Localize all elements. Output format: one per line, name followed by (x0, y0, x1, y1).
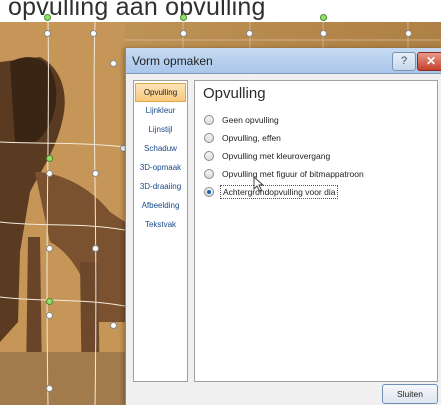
dialog-title: Vorm opmaken (132, 54, 213, 68)
resize-handle[interactable] (44, 30, 51, 37)
resize-handle[interactable] (46, 312, 53, 319)
rotation-handle[interactable] (46, 298, 53, 305)
category-3d-draaiing[interactable]: 3D-draaiing (136, 178, 185, 195)
format-shape-dialog: Vorm opmaken ? ✕ Opvulling Lijnkleur Lij… (125, 48, 441, 405)
rotation-handle[interactable] (180, 14, 187, 21)
resize-handle[interactable] (110, 60, 117, 67)
close-button[interactable]: ✕ (417, 52, 441, 71)
dialog-titlebar[interactable]: Vorm opmaken ? ✕ (126, 48, 441, 74)
rotation-handle[interactable] (320, 14, 327, 21)
resize-handle[interactable] (46, 170, 53, 177)
option-label: Opvulling met figuur of bitmappatroon (222, 169, 364, 179)
sluiten-button[interactable]: Sluiten (382, 384, 438, 404)
fill-panel: Opvulling Geen opvulling Opvulling, effe… (194, 80, 438, 382)
option-solid-fill[interactable]: Opvulling, effen (204, 131, 283, 145)
radio-button-selected[interactable] (204, 187, 214, 197)
resize-handle[interactable] (92, 245, 99, 252)
resize-handle[interactable] (46, 245, 53, 252)
category-opvulling[interactable]: Opvulling (135, 83, 186, 102)
resize-handle[interactable] (180, 30, 187, 37)
option-gradient-fill[interactable]: Opvulling met kleurovergang (204, 149, 332, 163)
mouse-pointer-icon (253, 176, 265, 192)
radio-button[interactable] (204, 115, 214, 125)
option-label: Opvulling met kleurovergang (222, 151, 331, 161)
rotation-handle[interactable] (46, 155, 53, 162)
option-label: Geen opvulling (222, 115, 279, 125)
radio-button[interactable] (204, 169, 214, 179)
resize-handle[interactable] (46, 385, 53, 392)
resize-handle[interactable] (92, 170, 99, 177)
option-label: Achtergrondopvulling voor dia (220, 185, 339, 199)
option-background-fill[interactable]: Achtergrondopvulling voor dia (204, 185, 339, 199)
category-lijnkleur[interactable]: Lijnkleur (136, 102, 185, 119)
radio-button[interactable] (204, 151, 214, 161)
radio-button[interactable] (204, 133, 214, 143)
option-picture-fill[interactable]: Opvulling met figuur of bitmappatroon (204, 167, 366, 181)
resize-handle[interactable] (320, 30, 327, 37)
help-button[interactable]: ? (392, 52, 416, 71)
rotation-handle[interactable] (44, 14, 51, 21)
option-no-fill[interactable]: Geen opvulling (204, 113, 281, 127)
horse-photo (0, 22, 125, 405)
resize-handle[interactable] (246, 30, 253, 37)
category-3d-opmaak[interactable]: 3D-opmaak (136, 159, 185, 176)
category-lijnstijl[interactable]: Lijnstijl (136, 121, 185, 138)
resize-handle[interactable] (90, 30, 97, 37)
category-list: Opvulling Lijnkleur Lijnstijl Schaduw 3D… (133, 80, 188, 382)
category-afbeelding[interactable]: Afbeelding (136, 197, 185, 214)
panel-title: Opvulling (203, 85, 266, 102)
option-label: Opvulling, effen (222, 133, 281, 143)
resize-handle[interactable] (405, 30, 412, 37)
resize-handle[interactable] (110, 322, 117, 329)
category-schaduw[interactable]: Schaduw (136, 140, 185, 157)
category-tekstvak[interactable]: Tekstvak (136, 216, 185, 233)
